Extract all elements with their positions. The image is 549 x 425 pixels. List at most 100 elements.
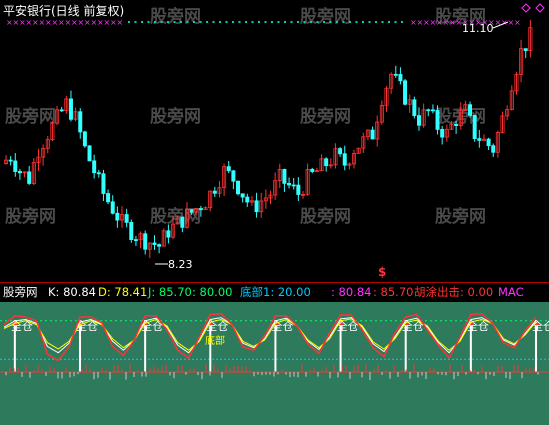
signal-dot (310, 21, 312, 23)
signal-dollar-icon: $ (378, 265, 386, 279)
signal-dot (180, 21, 182, 23)
candle-down (152, 242, 157, 245)
signal-dot (186, 21, 189, 23)
candle-down (87, 145, 92, 162)
signal-dot (238, 21, 241, 23)
candle-down (8, 159, 13, 162)
candle-down (133, 239, 138, 241)
watermark: 股旁网 (150, 6, 201, 27)
candle-down (124, 214, 129, 223)
signal-dot (388, 21, 390, 23)
signal-dot (245, 21, 247, 23)
signal-dot (251, 21, 254, 23)
watermark: 股旁网 (300, 106, 351, 127)
candle-down (68, 98, 73, 120)
candle-down (296, 184, 301, 195)
candle-down (27, 171, 32, 184)
signal-strip: × × × × × × × × × × × × × × × × × × × × × × × × × × × × × × × × × × × (6, 18, 521, 27)
candle-down (342, 153, 347, 166)
signal-dot (336, 21, 338, 23)
j-readout: J: 85.70 (147, 285, 192, 299)
signal-dot (206, 21, 208, 23)
value2-readout: : 85.70 (373, 285, 413, 299)
candle-down (440, 129, 445, 138)
low-annotation: 8.23 (155, 258, 193, 271)
watermark: 股旁网 (5, 206, 56, 227)
chart-title: 平安银行(日线 前复权) (3, 3, 124, 18)
signal-dot (355, 21, 358, 23)
candle-down (403, 80, 408, 105)
signal-dot (219, 21, 221, 23)
signal-dot (316, 21, 319, 23)
signal-dot (160, 21, 163, 23)
candle-down (254, 200, 259, 213)
mac-readout: MAC (498, 285, 524, 299)
signal-dot (167, 21, 169, 23)
signal-dot (284, 21, 286, 23)
signal-cross-icon: × (117, 18, 124, 27)
candle-down (245, 196, 250, 203)
candle-down (212, 190, 217, 194)
candle-down (287, 182, 292, 186)
candle-down (435, 109, 440, 130)
d-readout: D: 78.41 (98, 285, 147, 299)
candle-down (180, 216, 185, 228)
watermark: 股旁网 (300, 206, 351, 227)
signal-dot (401, 21, 403, 23)
candle-down (454, 123, 459, 126)
diamond-icon (535, 3, 545, 13)
watermark: 股旁网 (435, 206, 486, 227)
candle-down (157, 244, 162, 247)
indicator-header: 股旁网 K: 80.84 D: 78.41 J: 85.70 : 80.00 底… (3, 285, 524, 299)
candle-down (231, 170, 236, 182)
signal-dot (212, 21, 215, 23)
signal-dot (232, 21, 234, 23)
candle-down (282, 169, 287, 184)
candle-down (143, 233, 148, 250)
bottom-readout: 底部1: 20.00 (240, 285, 311, 299)
stock-chart-window: 股旁网 股旁网 股旁网 股旁网 股旁网 股旁网 股旁网 股旁网 股旁网 股旁网 … (0, 0, 549, 425)
value1-readout: : 80.84 (331, 285, 371, 299)
candle-down (198, 208, 203, 211)
signal-dot (271, 21, 273, 23)
signal-dot (199, 21, 202, 23)
signal-dot (134, 21, 137, 23)
candle-down (430, 109, 435, 112)
candle-down (82, 131, 87, 147)
candle-down (78, 111, 83, 133)
candle-down (523, 48, 528, 51)
candle-down (110, 201, 115, 214)
signal-dot (303, 21, 306, 23)
corner-diamonds (521, 3, 545, 13)
candle-down (477, 138, 482, 141)
signal-dot (264, 21, 267, 23)
watermark: 股旁网 (150, 206, 201, 227)
candle-down (115, 212, 120, 221)
candle-down (236, 180, 241, 195)
hutu-readout: 胡涂出击: 0.00 (414, 285, 493, 299)
candle-down (189, 209, 194, 213)
candle-down (59, 109, 64, 112)
candle-down (370, 129, 375, 140)
eighty-readout: : 80.00 (192, 285, 232, 299)
candle-down (324, 158, 329, 167)
signal-dot (147, 21, 150, 23)
signal-dot (368, 21, 371, 23)
candle-down (426, 109, 431, 112)
signal-dot (349, 21, 351, 23)
candle-down (472, 114, 477, 139)
candle-down (338, 148, 343, 155)
signal-dot (362, 21, 364, 23)
signal-dot (381, 21, 384, 23)
signal-dot (258, 21, 260, 23)
signal-dot (141, 21, 143, 23)
watermark: 股旁网 (5, 106, 56, 127)
site-label: 股旁网 (3, 285, 38, 299)
candle-down (166, 230, 171, 238)
signal-dot (297, 21, 299, 23)
candle-down (106, 193, 111, 203)
candle-down (468, 104, 473, 116)
k-readout: K: 80.84 (48, 285, 96, 299)
signal-dot (154, 21, 156, 23)
low-price-label: 8.23 (168, 258, 193, 271)
